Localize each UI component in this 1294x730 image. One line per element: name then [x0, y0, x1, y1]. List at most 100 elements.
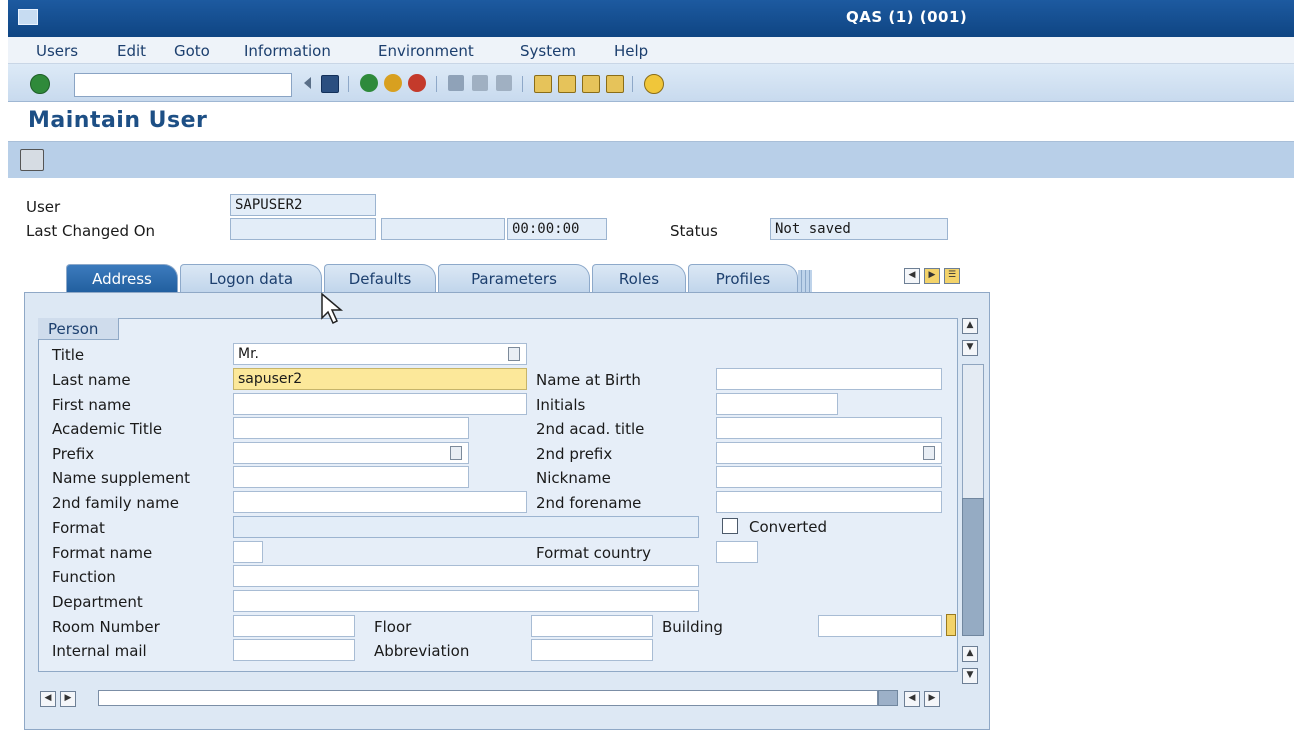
initials-label: Initials: [536, 396, 586, 414]
first-page-icon[interactable]: [534, 75, 552, 93]
window-title-bar: QAS (1) (001): [8, 0, 1294, 37]
hscroll-left-button[interactable]: ◀: [40, 691, 56, 707]
last-changed-date-field: [381, 218, 505, 240]
command-field[interactable]: [74, 73, 292, 97]
function-input[interactable]: [233, 565, 699, 587]
prefix-select[interactable]: [233, 442, 469, 464]
vertical-scroll-thumb[interactable]: [962, 498, 984, 636]
title-select[interactable]: Mr.: [233, 343, 527, 365]
sap-window-icon[interactable]: [18, 9, 38, 25]
dropdown-icon[interactable]: [508, 347, 520, 361]
nickname-input[interactable]: [716, 466, 942, 488]
menu-system[interactable]: System: [520, 42, 576, 60]
converted-checkbox[interactable]: [722, 518, 738, 534]
tab-logon-data[interactable]: Logon data: [180, 264, 322, 295]
abbreviation-input[interactable]: [531, 639, 653, 661]
tab-roles[interactable]: Roles: [592, 264, 686, 295]
menu-users[interactable]: Users: [36, 42, 78, 60]
last-name-input[interactable]: sapuser2: [233, 368, 527, 390]
standard-toolbar: [8, 64, 1294, 102]
back-icon[interactable]: [360, 74, 378, 92]
floor-label: Floor: [374, 618, 412, 636]
hscroll-page-right-button[interactable]: ▶: [924, 691, 940, 707]
function-label: Function: [52, 568, 116, 586]
internal-mail-input[interactable]: [233, 639, 355, 661]
converted-label: Converted: [749, 518, 828, 536]
second-family-name-input[interactable]: [233, 491, 527, 513]
print-icon[interactable]: [448, 75, 464, 91]
menu-information[interactable]: Information: [244, 42, 331, 60]
tab-profiles[interactable]: Profiles: [688, 264, 798, 295]
menu-goto[interactable]: Goto: [174, 42, 210, 60]
name-at-birth-input[interactable]: [716, 368, 942, 390]
scroll-page-up-button[interactable]: ▼: [962, 340, 978, 356]
name-supplement-select[interactable]: [233, 466, 469, 488]
application-toolbar: [8, 142, 1294, 178]
department-input[interactable]: [233, 590, 699, 612]
tab-defaults[interactable]: Defaults: [324, 264, 436, 295]
building-input[interactable]: [818, 615, 942, 637]
next-page-icon[interactable]: [582, 75, 600, 93]
cancel-icon[interactable]: [408, 74, 426, 92]
horizontal-scroll-thumb[interactable]: [878, 690, 898, 706]
initials-input[interactable]: [716, 393, 838, 415]
nickname-label: Nickname: [536, 469, 611, 487]
second-forename-input[interactable]: [716, 491, 942, 513]
floor-input[interactable]: [531, 615, 653, 637]
title-label: Title: [52, 346, 85, 364]
page-title: Maintain User: [28, 108, 208, 133]
menu-help[interactable]: Help: [614, 42, 648, 60]
prefix-label: Prefix: [52, 445, 95, 463]
second-acad-title-select[interactable]: [716, 417, 942, 439]
tab-overflow-edge: [798, 270, 812, 294]
tab-list-button[interactable]: ☰: [944, 268, 960, 284]
department-label: Department: [52, 593, 143, 611]
room-number-input[interactable]: [233, 615, 355, 637]
hscroll-right-button[interactable]: ▶: [60, 691, 76, 707]
first-name-input[interactable]: [233, 393, 527, 415]
tab-parameters[interactable]: Parameters: [438, 264, 590, 295]
display-change-button[interactable]: [20, 149, 44, 171]
save-icon[interactable]: [321, 75, 339, 93]
scroll-down-button[interactable]: ▼: [962, 668, 978, 684]
exit-icon[interactable]: [384, 74, 402, 92]
second-family-name-label: 2nd family name: [52, 494, 179, 512]
second-prefix-label: 2nd prefix: [536, 445, 613, 463]
academic-title-label: Academic Title: [52, 420, 163, 438]
tab-scroll-left-button[interactable]: ◀: [904, 268, 920, 284]
find-next-icon[interactable]: [496, 75, 512, 91]
status-label: Status: [670, 222, 718, 240]
tab-scroll-right-button[interactable]: ▶: [924, 268, 940, 284]
second-prefix-select[interactable]: [716, 442, 942, 464]
last-changed-time-field: 00:00:00: [507, 218, 607, 240]
building-label: Building: [662, 618, 723, 636]
last-page-icon[interactable]: [606, 75, 624, 93]
scroll-page-down-button[interactable]: ▲: [962, 646, 978, 662]
user-label: User: [26, 198, 61, 216]
previous-page-icon[interactable]: [558, 75, 576, 93]
dropdown-icon[interactable]: [923, 446, 935, 460]
find-icon[interactable]: [472, 75, 488, 91]
menu-edit[interactable]: Edit: [117, 42, 146, 60]
window-title: QAS (1) (001): [846, 8, 968, 26]
menu-environment[interactable]: Environment: [378, 42, 474, 60]
horizontal-scroll-track[interactable]: [98, 690, 878, 706]
mouse-cursor-icon: [321, 292, 344, 325]
abbreviation-label: Abbreviation: [374, 642, 470, 660]
tab-address[interactable]: Address: [66, 264, 178, 295]
building-search-help-icon[interactable]: [946, 614, 956, 636]
scroll-up-button[interactable]: ▲: [962, 318, 978, 334]
title-value: Mr.: [238, 346, 259, 362]
person-group-title: Person: [38, 318, 120, 340]
name-supplement-label: Name supplement: [52, 469, 191, 487]
hscroll-page-left-button[interactable]: ◀: [904, 691, 920, 707]
help-icon[interactable]: [644, 74, 664, 94]
toolbar-separator: [348, 76, 349, 92]
enter-icon[interactable]: [30, 74, 50, 94]
academic-title-select[interactable]: [233, 417, 469, 439]
format-label: Format: [52, 519, 105, 537]
command-history-icon[interactable]: [304, 77, 311, 89]
format-name-input[interactable]: [233, 541, 263, 563]
format-country-input[interactable]: [716, 541, 758, 563]
dropdown-icon[interactable]: [450, 446, 462, 460]
